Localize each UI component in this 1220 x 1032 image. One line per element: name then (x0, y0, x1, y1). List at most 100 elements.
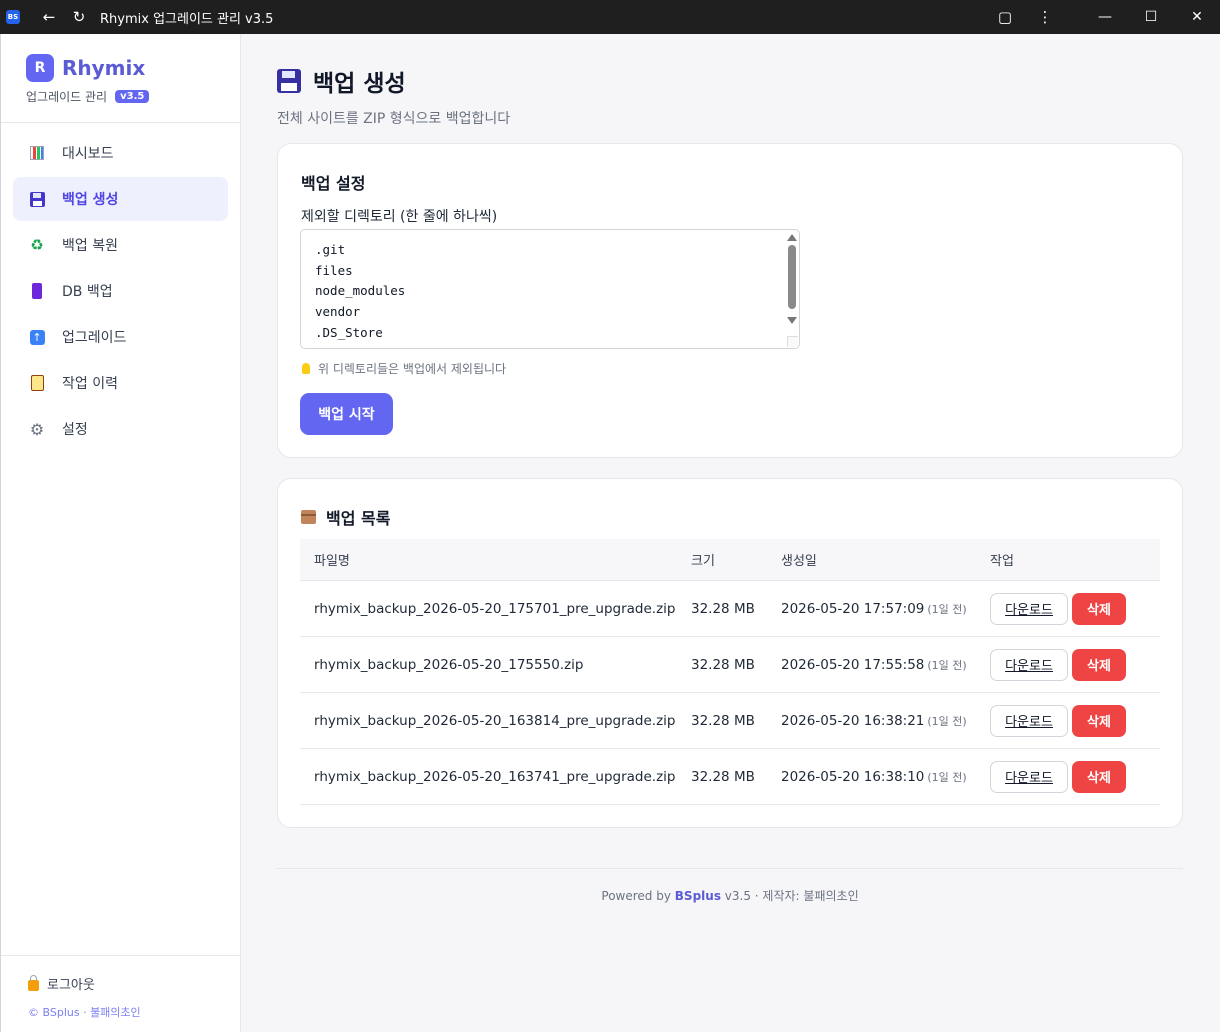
gear-icon: ⚙ (29, 419, 45, 439)
database-icon (28, 282, 46, 300)
textarea-line: .DS_Store (315, 324, 383, 340)
delete-button[interactable]: 삭제 (1072, 760, 1126, 793)
floppy-disk-icon (28, 190, 46, 208)
backup-actions: 다운로드 삭제 (990, 704, 1160, 737)
table-header: 파일명 크기 생성일 작업 (300, 539, 1160, 581)
sidebar-item-dashboard[interactable]: 대시보드 (13, 131, 228, 175)
page-footer: Powered by BSplus v3.5 · 제작자: 불패의초인 (277, 887, 1183, 904)
up-arrow-icon: ↑ (28, 328, 46, 346)
sidebar-item-backup-create[interactable]: 백업 생성 (13, 177, 228, 221)
clipboard-icon (28, 374, 46, 392)
footer-brand-link[interactable]: BSplus (675, 889, 721, 903)
table-row: rhymix_backup_2026-05-20_175701_pre_upgr… (300, 581, 1160, 637)
footer-divider (277, 868, 1183, 869)
app-icon: BS (6, 10, 20, 24)
page-title: 백업 생성 (313, 71, 406, 97)
start-backup-button[interactable]: 백업 시작 (300, 393, 393, 435)
version-badge: v3.5 (115, 90, 150, 103)
download-button[interactable]: 다운로드 (990, 704, 1068, 737)
backup-relative-time: (1일 전) (927, 658, 967, 672)
exclude-dirs-label: 제외할 디렉토리 (한 줄에 하나씩) (301, 209, 498, 225)
backup-date-cell: 2026-05-20 16:38:10 (1일 전) (781, 769, 990, 785)
scroll-up-icon[interactable] (787, 234, 797, 241)
sidebar-item-upgrade[interactable]: ↑ 업그레이드 (13, 315, 228, 359)
textarea-line: .git (315, 242, 346, 257)
textarea-scrollbar[interactable] (787, 233, 797, 333)
backup-actions: 다운로드 삭제 (990, 592, 1160, 625)
table-row: rhymix_backup_2026-05-20_163814_pre_upgr… (300, 693, 1160, 749)
sidebar-item-history[interactable]: 작업 이력 (13, 361, 228, 405)
package-icon (301, 510, 316, 524)
page-subtitle: 전체 사이트를 ZIP 형식으로 백업합니다 (277, 111, 511, 127)
brand-logo[interactable]: R (26, 54, 54, 82)
sidebar-item-db-backup[interactable]: DB 백업 (13, 269, 228, 313)
exclude-dirs-textarea[interactable]: .git files node_modules vendor .DS_Store (300, 229, 800, 349)
footer-prefix: Powered by (601, 889, 671, 903)
resize-grip-icon[interactable] (787, 336, 798, 347)
textarea-line: node_modules (315, 283, 406, 299)
hint-text: 위 디렉토리들은 백업에서 제외됩니다 (318, 362, 507, 376)
chart-icon (28, 144, 46, 162)
delete-button[interactable]: 삭제 (1072, 648, 1126, 681)
backup-size: 32.28 MB (691, 600, 755, 617)
column-header-actions: 작업 (990, 554, 1014, 569)
download-button[interactable]: 다운로드 (990, 648, 1068, 681)
download-button[interactable]: 다운로드 (990, 760, 1068, 793)
download-button[interactable]: 다운로드 (990, 592, 1068, 625)
card-title: 백업 목록 (301, 505, 390, 529)
sidebar-item-label: 업그레이드 (62, 330, 127, 346)
brand-subtitle: 업그레이드 관리 (26, 90, 108, 104)
backup-date: 2026-05-20 16:38:21 (781, 712, 925, 729)
brand-name[interactable]: Rhymix (62, 56, 145, 80)
backup-date: 2026-05-20 17:55:58 (781, 656, 925, 673)
more-menu-icon[interactable]: ⋮ (1030, 0, 1060, 34)
back-arrow-icon[interactable]: ← (34, 0, 64, 34)
backup-filename: rhymix_backup_2026-05-20_163741_pre_upgr… (314, 768, 676, 785)
extension-puzzle-icon[interactable]: ▢ (990, 0, 1020, 34)
minimize-button[interactable]: — (1082, 0, 1128, 34)
sidebar-footer: 로그아웃 © BSplus · 불패의초인 (1, 955, 241, 1032)
delete-button[interactable]: 삭제 (1072, 592, 1126, 625)
sidebar-item-label: 대시보드 (62, 146, 114, 162)
scroll-thumb[interactable] (788, 245, 796, 309)
brand: R Rhymix 업그레이드 관리 v3.5 (1, 34, 240, 123)
sidebar-item-settings[interactable]: ⚙ 설정 (13, 407, 228, 451)
backup-list-card: 백업 목록 파일명 크기 생성일 작업 rhymix_backup_2026-0… (277, 478, 1183, 828)
sidebar-item-label: 백업 복원 (62, 238, 118, 254)
recycle-icon: ♻ (30, 236, 44, 254)
table-row: rhymix_backup_2026-05-20_175550.zip 32.28… (300, 637, 1160, 693)
backup-size: 32.28 MB (691, 656, 755, 673)
backup-settings-card: 백업 설정 제외할 디렉토리 (한 줄에 하나씩) .git files node_… (277, 143, 1183, 458)
page-header: 백업 생성 전체 사이트를 ZIP 형식으로 백업합니다 (277, 64, 510, 128)
logout-label: 로그아웃 (47, 978, 95, 993)
textarea-line: vendor (315, 304, 361, 320)
sidebar-item-label: 백업 생성 (62, 192, 119, 208)
scroll-down-icon[interactable] (787, 317, 797, 324)
logout-link[interactable]: 로그아웃 (28, 974, 241, 993)
floppy-disk-icon (277, 69, 301, 93)
backup-relative-time: (1일 전) (927, 770, 967, 784)
backup-size: 32.28 MB (691, 712, 755, 729)
copyright: © BSplus · 불패의초인 (28, 1006, 141, 1019)
sidebar-item-label: DB 백업 (62, 284, 113, 300)
lightbulb-icon (302, 363, 310, 374)
window-titlebar: BS ← ↻ Rhymix 업그레이드 관리 v3.5 ▢ ⋮ — ☐ ✕ (0, 0, 1220, 34)
main-content: 백업 생성 전체 사이트를 ZIP 형식으로 백업합니다 백업 설정 제외할 디… (241, 34, 1219, 1032)
backup-date-cell: 2026-05-20 16:38:21 (1일 전) (781, 713, 990, 729)
backup-actions: 다운로드 삭제 (990, 648, 1160, 681)
sidebar-item-backup-restore[interactable]: ♻ 백업 복원 (13, 223, 228, 267)
delete-button[interactable]: 삭제 (1072, 704, 1126, 737)
maximize-button[interactable]: ☐ (1128, 0, 1174, 34)
backup-table: 파일명 크기 생성일 작업 rhymix_backup_2026-05-20_1… (300, 539, 1160, 805)
backup-date: 2026-05-20 16:38:10 (781, 768, 925, 785)
footer-suffix: v3.5 · 제작자: 불패의초인 (724, 889, 859, 903)
backup-filename: rhymix_backup_2026-05-20_163814_pre_upgr… (314, 712, 676, 729)
backup-date: 2026-05-20 17:57:09 (781, 600, 925, 617)
reload-icon[interactable]: ↻ (64, 0, 94, 34)
close-button[interactable]: ✕ (1174, 0, 1220, 34)
unlock-icon (28, 975, 39, 991)
column-header-size: 크기 (691, 554, 715, 569)
backup-date-cell: 2026-05-20 17:57:09 (1일 전) (781, 601, 990, 617)
column-header-date: 생성일 (781, 554, 817, 569)
window-title: Rhymix 업그레이드 관리 v3.5 (100, 11, 274, 27)
